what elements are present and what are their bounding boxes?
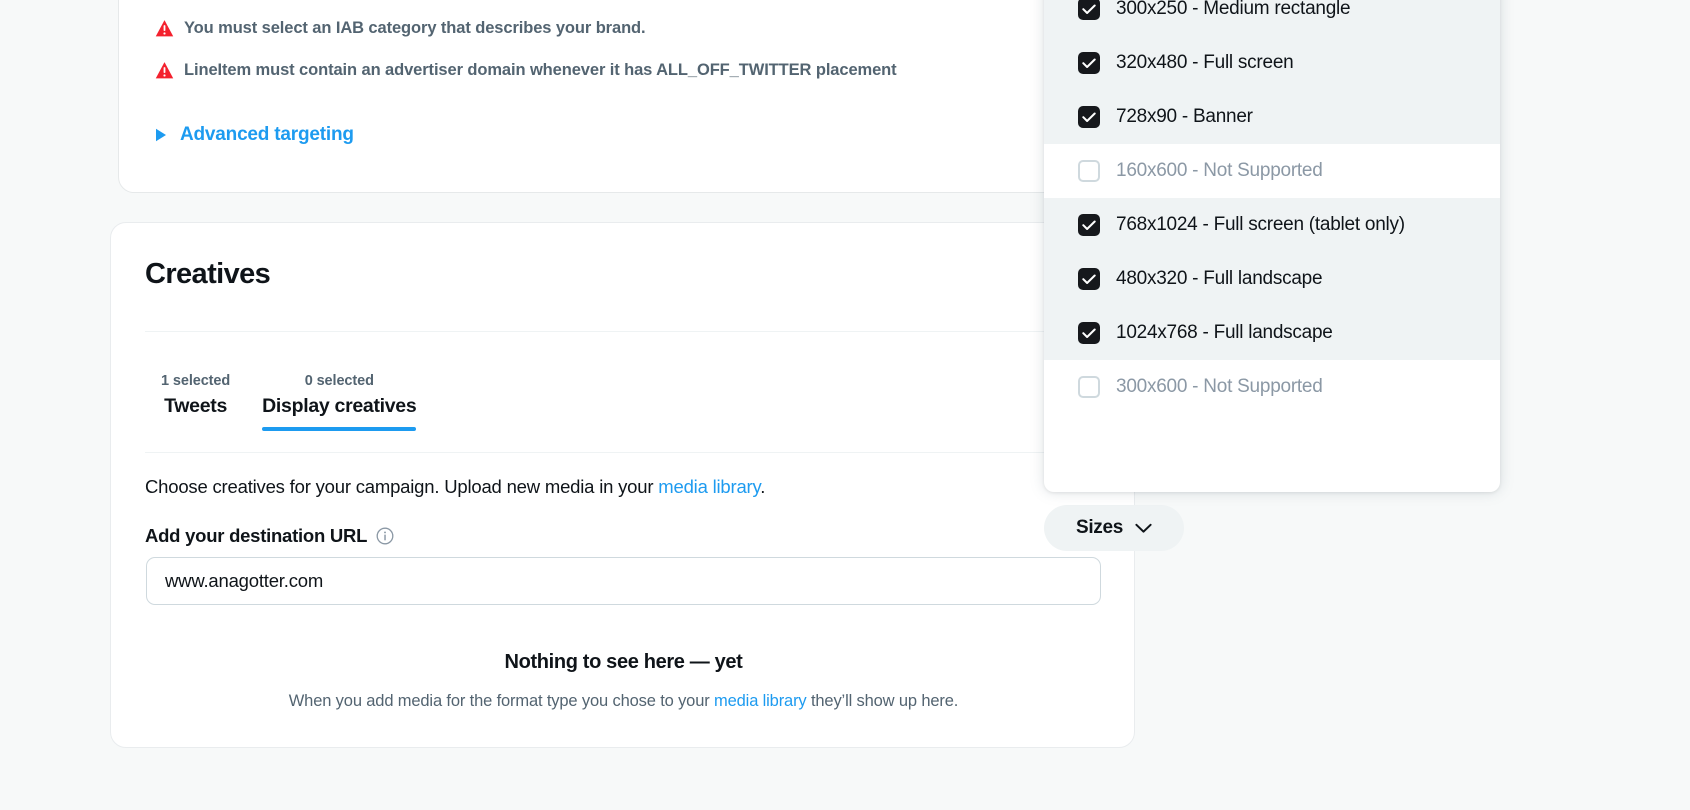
checkbox-checked-icon[interactable]: [1078, 106, 1100, 128]
tab-tweets-underline: [161, 427, 230, 431]
size-option-label: 300x250 - Medium rectangle: [1116, 0, 1350, 20]
advanced-targeting-toggle[interactable]: Advanced targeting: [155, 124, 354, 146]
tab-display-creatives-count: 0 selected: [305, 373, 374, 389]
size-option-label: 1024x768 - Full landscape: [1116, 322, 1333, 344]
size-option-label: 768x1024 - Full screen (tablet only): [1116, 214, 1405, 236]
warning-triangle-icon: [155, 61, 174, 80]
creatives-tabs: 1 selected Tweets 0 selected Display cre…: [145, 363, 432, 431]
validation-error-row: LineItem must contain an advertiser doma…: [155, 55, 1155, 85]
validation-error-text: You must select an IAB category that des…: [184, 19, 646, 38]
size-option-label: 320x480 - Full screen: [1116, 52, 1293, 74]
size-option-row: 160x600 - Not Supported: [1044, 144, 1500, 198]
tab-tweets-label: Tweets: [164, 395, 227, 418]
tab-tweets[interactable]: 1 selected Tweets: [145, 363, 246, 431]
destination-url-label: Add your destination URL: [145, 525, 367, 547]
destination-url-label-row: Add your destination URL: [145, 525, 394, 547]
checkbox-checked-icon[interactable]: [1078, 214, 1100, 236]
info-circle-icon[interactable]: [376, 527, 394, 545]
tab-tweets-count: 1 selected: [161, 373, 230, 389]
tab-display-creatives[interactable]: 0 selected Display creatives: [246, 363, 432, 431]
size-option-label: 480x320 - Full landscape: [1116, 268, 1322, 290]
checkbox-checked-icon[interactable]: [1078, 52, 1100, 74]
empty-state-media-library-link[interactable]: media library: [714, 692, 807, 710]
size-option-row[interactable]: 320x480 - Full screen: [1044, 36, 1500, 90]
sizes-dropdown-button[interactable]: Sizes: [1044, 505, 1184, 551]
empty-state-subtitle: When you add media for the format type y…: [111, 692, 1136, 711]
validation-error-row: You must select an IAB category that des…: [155, 13, 1155, 43]
media-library-link[interactable]: media library: [658, 476, 760, 497]
size-option-label: 160x600 - Not Supported: [1116, 160, 1323, 182]
tabs-bottom-rule: [145, 452, 1136, 453]
empty-state-sub-before: When you add media for the format type y…: [289, 692, 714, 710]
validation-error-list: You must select an IAB category that des…: [155, 13, 1155, 97]
choose-creatives-text-before: Choose creatives for your campaign. Uplo…: [145, 476, 658, 497]
size-option-row[interactable]: 300x250 - Medium rectangle: [1044, 0, 1500, 36]
empty-state-title: Nothing to see here — yet: [111, 651, 1136, 674]
choose-creatives-text: Choose creatives for your campaign. Uplo…: [145, 476, 765, 498]
tab-display-creatives-label: Display creatives: [262, 395, 416, 418]
sizes-button-label: Sizes: [1076, 517, 1123, 539]
choose-creatives-text-after: .: [760, 476, 765, 497]
validation-error-text: LineItem must contain an advertiser doma…: [184, 61, 897, 80]
checkbox-checked-icon[interactable]: [1078, 0, 1100, 20]
size-option-row[interactable]: 480x320 - Full landscape: [1044, 252, 1500, 306]
chevron-down-icon: [1135, 523, 1152, 534]
size-option-row[interactable]: 1024x768 - Full landscape: [1044, 306, 1500, 360]
size-option-row: 300x600 - Not Supported: [1044, 360, 1500, 414]
advanced-targeting-label: Advanced targeting: [180, 124, 354, 146]
creatives-heading: Creatives: [145, 258, 270, 291]
creatives-divider: [145, 331, 1136, 332]
checkbox-unchecked-icon: [1078, 160, 1100, 182]
checkbox-checked-icon[interactable]: [1078, 322, 1100, 344]
size-option-label: 728x90 - Banner: [1116, 106, 1253, 128]
tab-display-creatives-underline: [262, 427, 416, 431]
sizes-dropdown-menu: 320x50 - Banner300x250 - Medium rectangl…: [1044, 0, 1500, 492]
page-root: You must select an IAB category that des…: [0, 0, 1690, 810]
triangle-right-icon: [155, 128, 167, 142]
size-option-row[interactable]: 768x1024 - Full screen (tablet only): [1044, 198, 1500, 252]
size-option-label: 300x600 - Not Supported: [1116, 376, 1323, 398]
checkbox-unchecked-icon: [1078, 376, 1100, 398]
checkbox-checked-icon[interactable]: [1078, 268, 1100, 290]
creatives-card: Creatives 1 selected Tweets 0 selected D…: [110, 222, 1135, 748]
size-option-row[interactable]: 728x90 - Banner: [1044, 90, 1500, 144]
destination-url-input[interactable]: [146, 557, 1101, 605]
warning-triangle-icon: [155, 19, 174, 38]
empty-state-sub-after: they’ll show up here.: [807, 692, 959, 710]
